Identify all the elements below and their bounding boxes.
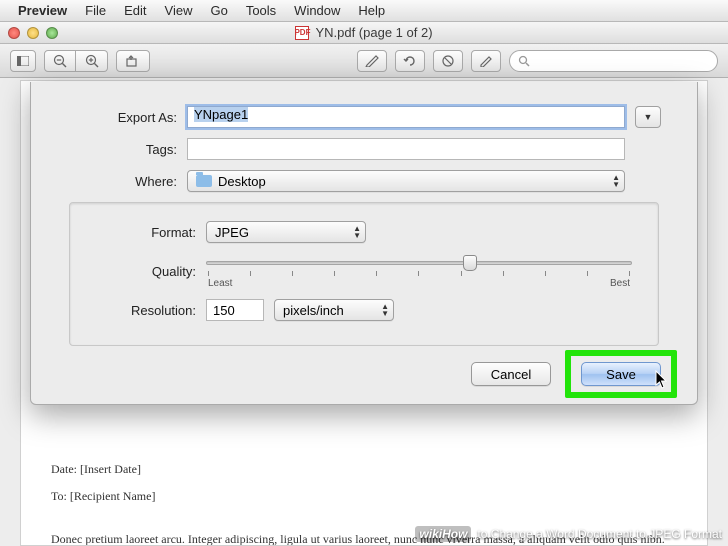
search-field[interactable] (509, 50, 718, 72)
resolution-units-value: pixels/inch (283, 303, 344, 318)
where-value: Desktop (218, 174, 266, 189)
tags-label: Tags: (67, 142, 187, 157)
menu-tools[interactable]: Tools (246, 3, 276, 18)
sidebar-toggle-button[interactable] (10, 50, 36, 72)
share-button[interactable] (116, 50, 150, 72)
expand-save-panel-button[interactable]: ▼ (635, 106, 661, 128)
edit-button[interactable] (471, 50, 501, 72)
menu-go[interactable]: Go (210, 3, 227, 18)
export-as-label: Export As: (67, 110, 187, 125)
format-popup[interactable]: JPEG ▲▼ (206, 221, 366, 243)
menu-file[interactable]: File (85, 3, 106, 18)
tags-field[interactable] (187, 138, 625, 160)
menu-app[interactable]: Preview (18, 3, 67, 18)
resolution-units-popup[interactable]: pixels/inch ▲▼ (274, 299, 394, 321)
quality-best-label: Best (610, 278, 630, 289)
quality-least-label: Least (208, 278, 232, 289)
updown-icon: ▲▼ (353, 225, 361, 239)
menu-view[interactable]: View (165, 3, 193, 18)
pdf-icon: PDF (295, 26, 309, 40)
resolution-label: Resolution: (96, 303, 206, 318)
window-controls (8, 27, 58, 39)
highlight-button[interactable] (357, 50, 387, 72)
save-label: Save (606, 367, 636, 382)
export-as-field[interactable]: YNpage1 (187, 106, 625, 128)
menu-help[interactable]: Help (358, 3, 385, 18)
window-titlebar: PDF YN.pdf (page 1 of 2) (0, 22, 728, 44)
close-button[interactable] (8, 27, 20, 39)
watermark-brand: wikiHow (415, 526, 471, 542)
tutorial-highlight: Save (565, 350, 677, 398)
export-sheet: Export As: YNpage1 ▼ Tags: Where: Deskto… (30, 82, 698, 405)
search-icon (518, 55, 530, 67)
export-as-value: YNpage1 (194, 107, 248, 122)
markup-button[interactable] (433, 50, 463, 72)
zoom-in-button[interactable] (76, 50, 108, 72)
updown-icon: ▲▼ (381, 303, 389, 317)
window-title: YN.pdf (page 1 of 2) (315, 25, 432, 40)
zoom-segment (44, 50, 108, 72)
cancel-label: Cancel (491, 367, 531, 382)
cursor-icon (655, 370, 669, 390)
menu-edit[interactable]: Edit (124, 3, 146, 18)
resolution-field[interactable] (206, 299, 264, 321)
format-label: Format: (96, 225, 206, 240)
cancel-button[interactable]: Cancel (471, 362, 551, 386)
format-panel: Format: JPEG ▲▼ Quality: Least Best (69, 202, 659, 346)
quality-slider[interactable] (206, 253, 632, 273)
minimize-button[interactable] (27, 27, 39, 39)
menu-window[interactable]: Window (294, 3, 340, 18)
zoom-button[interactable] (46, 27, 58, 39)
slider-thumb[interactable] (463, 255, 477, 271)
where-popup[interactable]: Desktop ▲▼ (187, 170, 625, 192)
chevron-down-icon: ▼ (644, 112, 653, 122)
updown-icon: ▲▼ (612, 174, 620, 188)
zoom-out-button[interactable] (44, 50, 76, 72)
doc-line1: Date: [Insert Date] (51, 461, 677, 478)
watermark-text: to Change a Word Document to JPEG Format (477, 527, 722, 541)
toolbar (0, 44, 728, 78)
quality-label: Quality: (96, 264, 206, 279)
format-value: JPEG (215, 225, 249, 240)
menubar: Preview File Edit View Go Tools Window H… (0, 0, 728, 22)
folder-icon (196, 175, 212, 187)
rotate-button[interactable] (395, 50, 425, 72)
where-label: Where: (67, 174, 187, 189)
watermark: wikiHow to Change a Word Document to JPE… (415, 526, 722, 542)
doc-line2: To: [Recipient Name] (51, 488, 677, 505)
save-button[interactable]: Save (581, 362, 661, 386)
